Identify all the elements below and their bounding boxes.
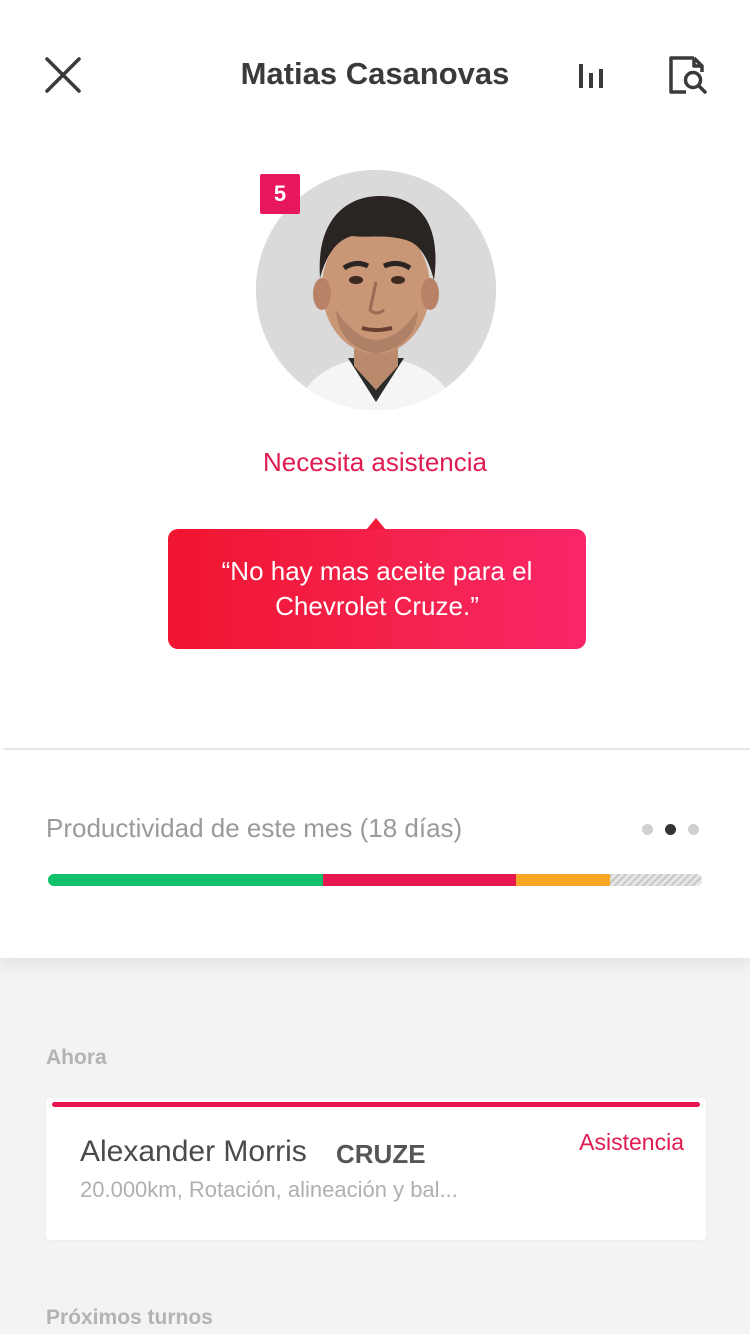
- pager-dot[interactable]: [688, 824, 699, 835]
- appointment-card[interactable]: Alexander Morris CRUZE Asistencia 20.000…: [46, 1098, 706, 1240]
- close-icon: [45, 57, 81, 93]
- card-description: 20.000km, Rotación, alineación y bal...: [80, 1177, 458, 1202]
- header: Matias Casanovas: [0, 0, 750, 150]
- productivity-bar: [48, 874, 702, 886]
- document-search-icon: [669, 56, 707, 94]
- quote-bubble: “No hay mas aceite para el Chevrolet Cru…: [168, 529, 586, 649]
- pager-dot[interactable]: [642, 824, 653, 835]
- productivity-segment-red: [322, 874, 516, 886]
- status-label: Necesita asistencia: [263, 447, 487, 477]
- section-title-upcoming: Próximos turnos: [46, 1306, 213, 1329]
- section-title-now: Ahora: [46, 1046, 107, 1069]
- card-status-label: Asistencia: [579, 1129, 684, 1155]
- notification-badge: 5: [260, 174, 300, 214]
- productivity-segment-green: [48, 874, 323, 886]
- divider: [4, 748, 750, 750]
- close-button[interactable]: [40, 52, 86, 98]
- page-title: Matias Casanovas: [240, 56, 510, 91]
- pager-dot-active[interactable]: [665, 824, 676, 835]
- pager-dots[interactable]: [642, 824, 704, 836]
- productivity-segment-orange: [515, 874, 611, 886]
- customer-name: Alexander Morris: [80, 1135, 307, 1168]
- productivity-label: Productividad de este mes (18 días): [46, 813, 463, 843]
- card-status-bar: [52, 1102, 700, 1107]
- bar-chart-icon: [579, 64, 603, 88]
- profile-panel: Matias Casanovas 5 Necesita asistencia “…: [0, 0, 750, 958]
- quote-text: “No hay mas aceite para el Chevrolet Cru…: [221, 556, 533, 621]
- document-search-button[interactable]: [664, 52, 710, 98]
- productivity-segment-remaining: [610, 874, 702, 886]
- car-model: CRUZE: [336, 1139, 426, 1169]
- stats-button[interactable]: [574, 56, 610, 96]
